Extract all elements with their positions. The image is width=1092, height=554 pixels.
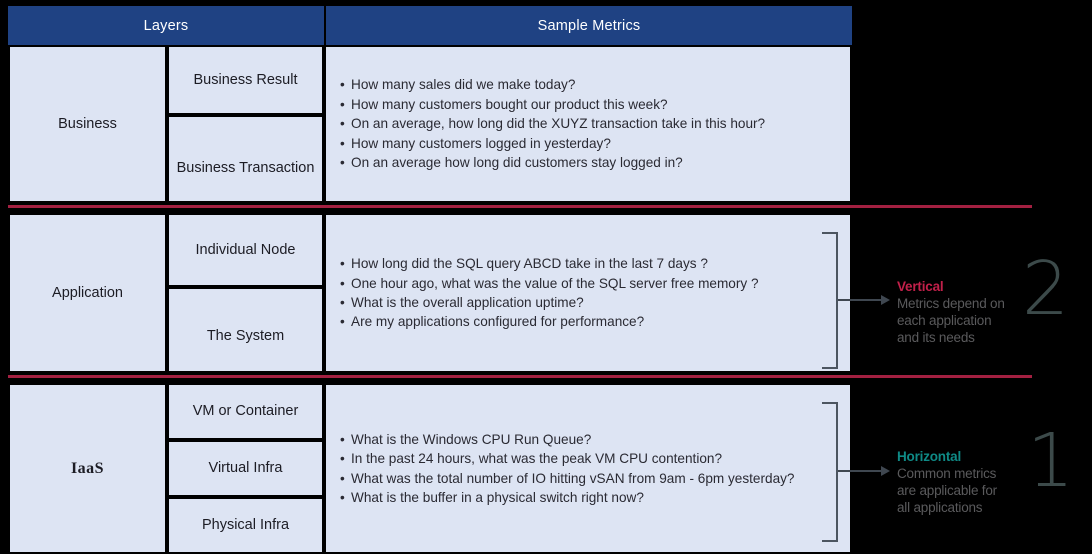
sublayer-physical-infra: Physical Infra (167, 497, 324, 554)
sublayer-stack-application: Individual Node The System (167, 213, 324, 373)
callout-horizontal-line-2: are applicable for (897, 483, 997, 498)
callout-vertical-line-2: each application (897, 313, 992, 328)
arrow-head-icon (881, 466, 890, 476)
callout-horizontal-title: Horizontal (897, 449, 961, 464)
sublayer-business-result: Business Result (167, 45, 324, 115)
section-separator-2 (8, 375, 1032, 378)
diagram-canvas: Layers Sample Metrics Business Business … (0, 0, 1092, 554)
sublayer-business-transaction: Business Transaction (167, 115, 324, 203)
header-cell-sample-metrics: Sample Metrics (326, 6, 852, 45)
header-cell-layers: Layers (8, 6, 324, 45)
metric-item: One hour ago, what was the value of the … (340, 274, 850, 293)
metric-item: On an average, how long did the XUYZ tra… (340, 114, 850, 133)
callout-vertical-line-1: Metrics depend on (897, 296, 1005, 311)
layer-name-iaas: IaaS (8, 383, 167, 554)
sublayer-virtual-infra: Virtual Infra (167, 440, 324, 497)
metric-item: How long did the SQL query ABCD take in … (340, 254, 850, 273)
sublayer-stack-iaas: VM or Container Virtual Infra Physical I… (167, 383, 324, 554)
callout-vertical-number: 2 (1022, 246, 1070, 332)
metric-item: How many sales did we make today? (340, 75, 850, 94)
sublayer-stack-business: Business Result Business Transaction (167, 45, 324, 203)
sublayer-vm-or-container: VM or Container (167, 383, 324, 440)
metrics-list-business: How many sales did we make today? How ma… (324, 45, 852, 203)
callout-vertical-title: Vertical (897, 279, 944, 294)
metric-item: What was the total number of IO hitting … (340, 469, 850, 488)
arrow-line-icon (838, 470, 882, 472)
metric-item: How many customers bought our product th… (340, 95, 850, 114)
callout-horizontal-number: 1 (1027, 418, 1075, 504)
table-header-row: Layers Sample Metrics (8, 6, 1032, 45)
section-business: Business Business Result Business Transa… (8, 45, 852, 203)
callout-horizontal: Horizontal Common metrics are applicable… (822, 398, 1092, 548)
section-iaas: IaaS VM or Container Virtual Infra Physi… (8, 383, 852, 554)
callout-horizontal-line-1: Common metrics (897, 466, 997, 481)
arrow-line-icon (838, 299, 882, 301)
layer-name-application: Application (8, 213, 167, 373)
callout-vertical-line-3: and its needs (897, 330, 975, 345)
sublayer-the-system: The System (167, 287, 324, 373)
layer-name-business: Business (8, 45, 167, 203)
callout-horizontal-text: Horizontal Common metrics are applicable… (897, 448, 1027, 516)
callout-vertical-text: Vertical Metrics depend on each applicat… (897, 278, 1027, 346)
metric-item: What is the Windows CPU Run Queue? (340, 430, 850, 449)
metric-item: Are my applications configured for perfo… (340, 312, 850, 331)
callout-vertical: Vertical Metrics depend on each applicat… (822, 228, 1092, 373)
metric-item: In the past 24 hours, what was the peak … (340, 449, 850, 468)
section-separator-1 (8, 205, 1032, 208)
metric-item: How many customers logged in yesterday? (340, 134, 850, 153)
metric-item: What is the buffer in a physical switch … (340, 488, 850, 507)
section-application: Application Individual Node The System H… (8, 213, 852, 373)
callout-horizontal-line-3: all applications (897, 500, 983, 515)
metric-item: What is the overall application uptime? (340, 293, 850, 312)
metrics-list-application: How long did the SQL query ABCD take in … (324, 213, 852, 373)
metric-item: On an average how long did customers sta… (340, 153, 850, 172)
bracket-icon (822, 232, 838, 369)
metrics-list-iaas: What is the Windows CPU Run Queue? In th… (324, 383, 852, 554)
arrow-head-icon (881, 295, 890, 305)
bracket-icon (822, 402, 838, 542)
sublayer-individual-node: Individual Node (167, 213, 324, 287)
